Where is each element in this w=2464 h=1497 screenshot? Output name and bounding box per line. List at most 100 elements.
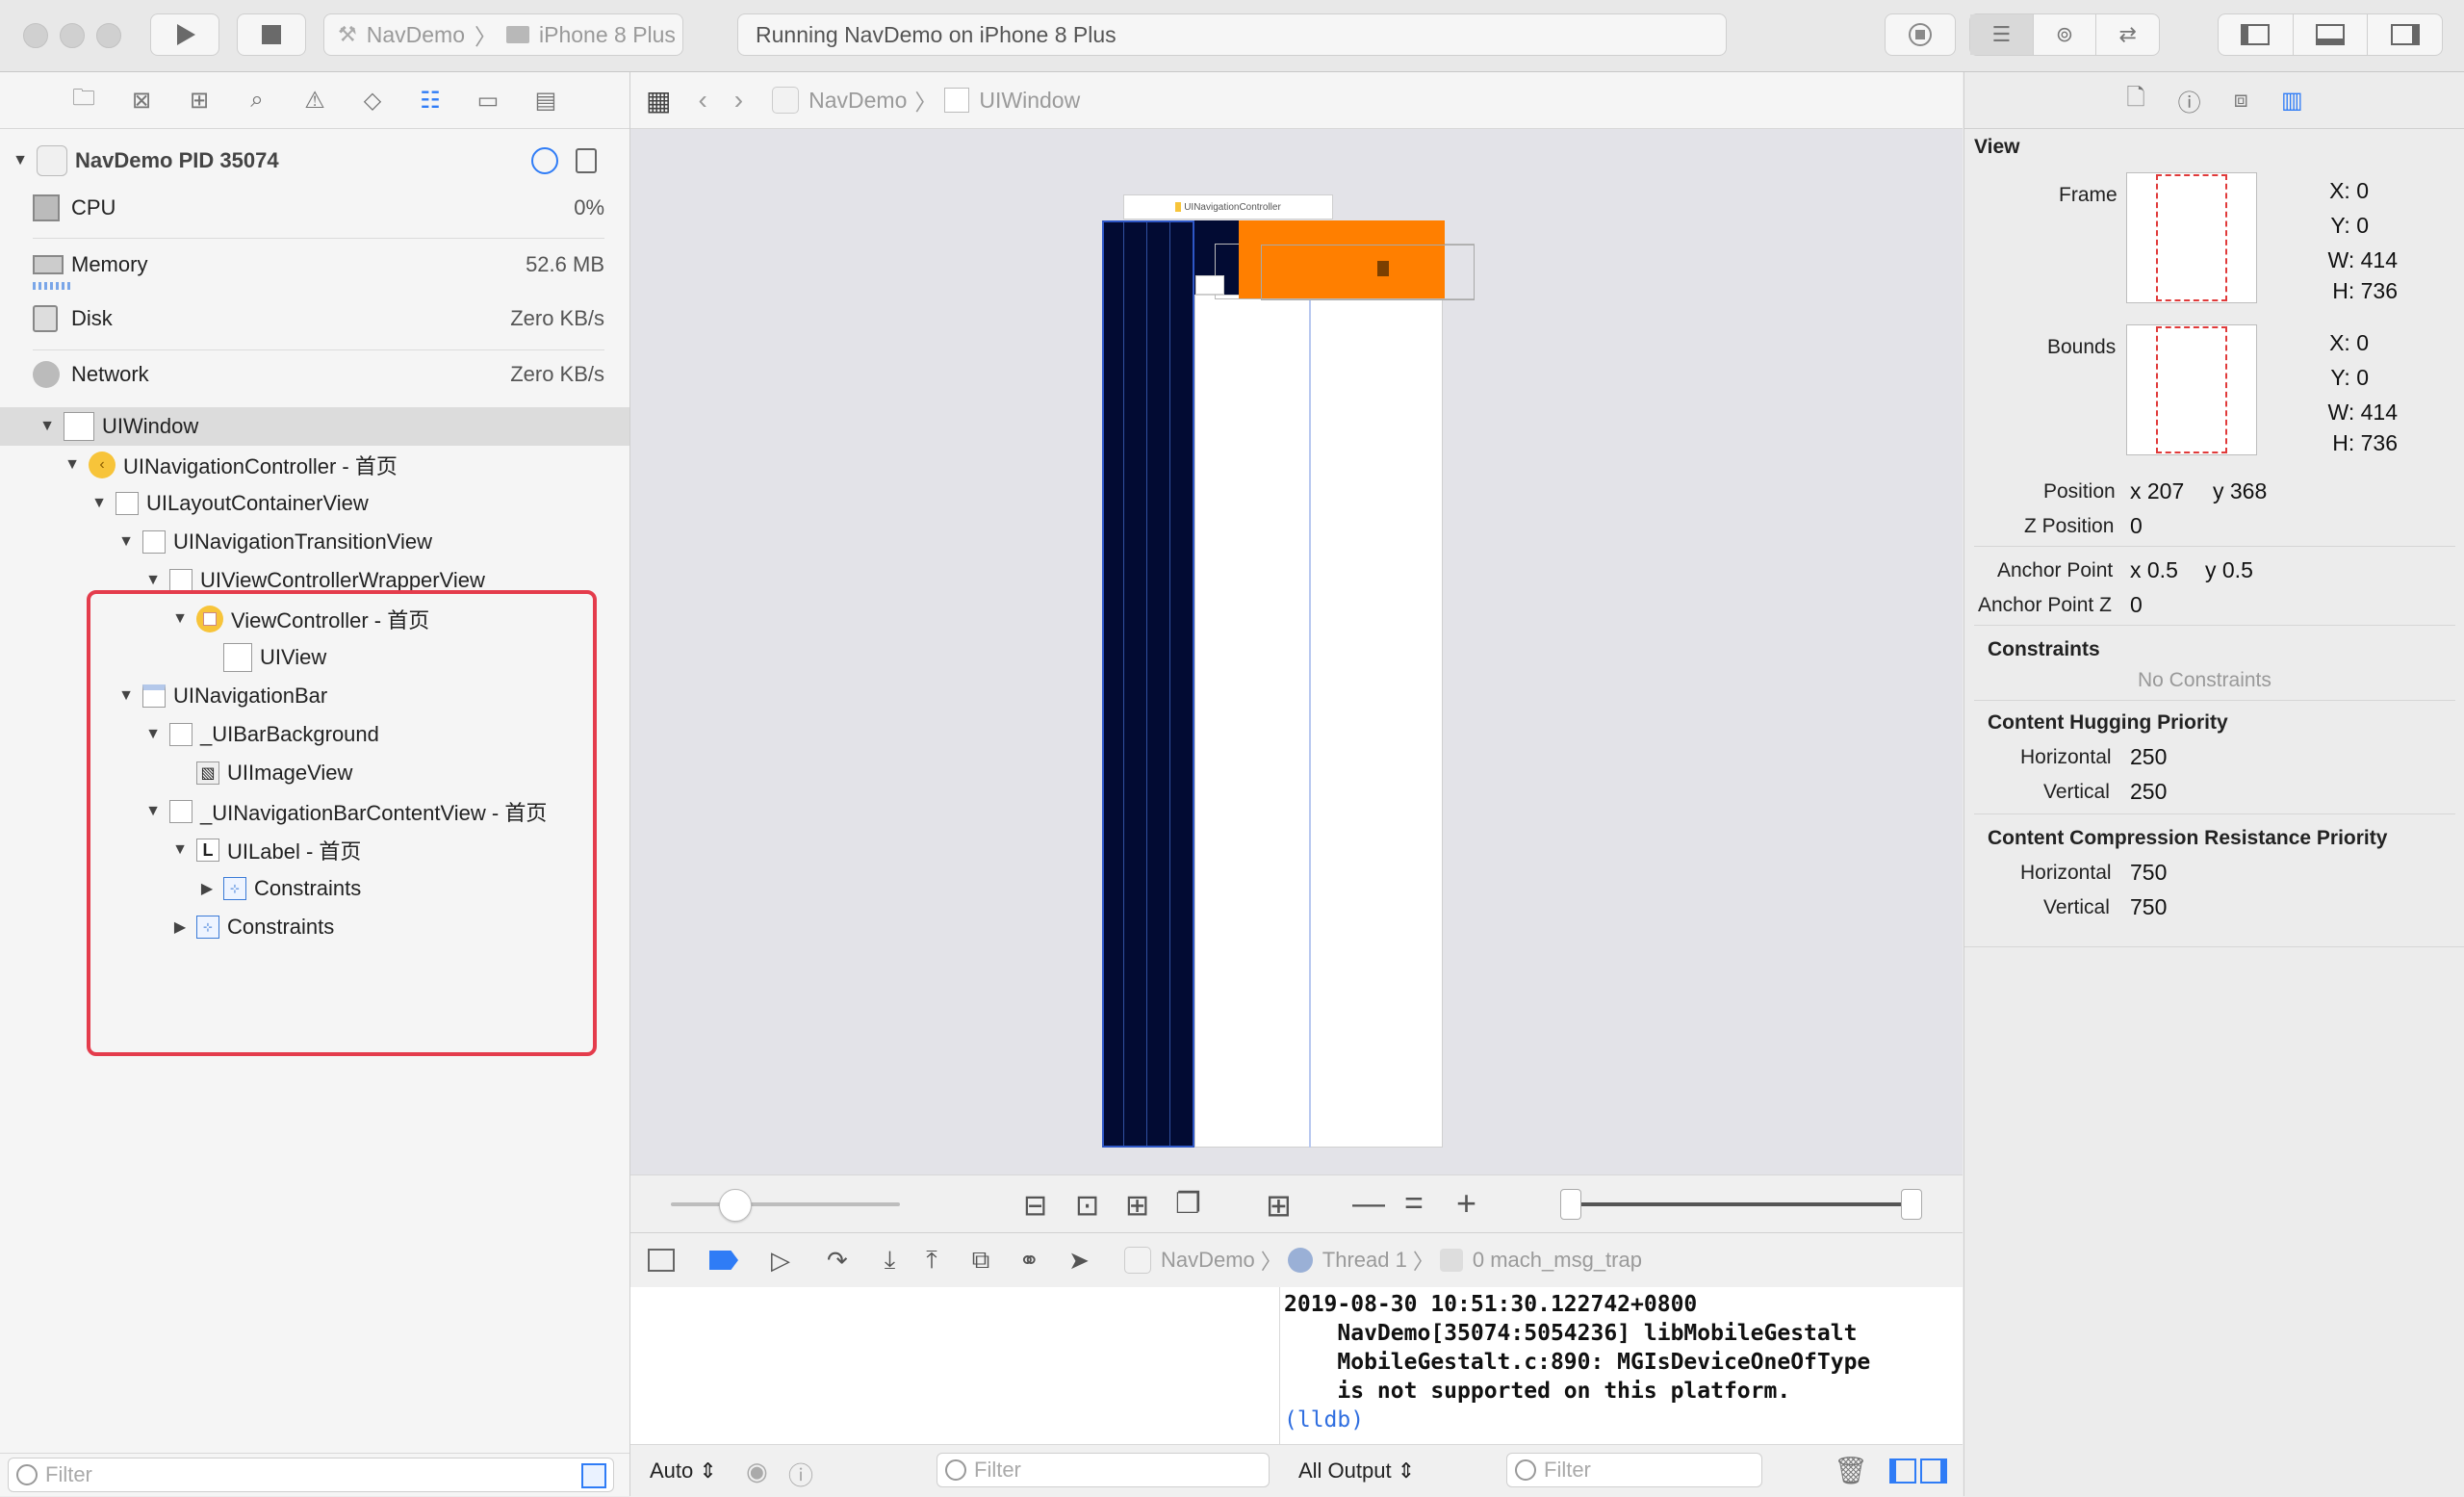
- nav-controller-card[interactable]: UINavigationController: [1123, 194, 1333, 219]
- assistant-editor-button[interactable]: ⊚: [2034, 14, 2097, 55]
- folder-icon[interactable]: 🗀: [69, 85, 98, 115]
- step-out-icon[interactable]: ⤒: [926, 1245, 937, 1276]
- debug-app[interactable]: NavDemo: [1161, 1248, 1255, 1273]
- output-selector[interactable]: All Output ⇕: [1298, 1458, 1415, 1484]
- console-filter-input[interactable]: Filter: [1506, 1453, 1762, 1487]
- range-slider-left-handle[interactable]: [1560, 1189, 1581, 1220]
- eye-icon[interactable]: ◉: [746, 1457, 768, 1486]
- gauge-memory[interactable]: Memory 52.6 MB: [0, 238, 629, 292]
- jump-app[interactable]: NavDemo: [808, 88, 907, 114]
- forward-icon[interactable]: ›: [734, 85, 743, 116]
- gauge-disk[interactable]: Disk Zero KB/s: [0, 292, 629, 346]
- view-debugger-canvas[interactable]: UINavigationController: [630, 129, 1963, 1174]
- globe-icon: [33, 361, 60, 388]
- toggle-debug-area-button[interactable]: [2294, 14, 2369, 55]
- navigator-filter-input[interactable]: Filter: [8, 1458, 614, 1492]
- gauge-cpu[interactable]: CPU 0%: [0, 181, 629, 235]
- gauge-network[interactable]: Network Zero KB/s: [0, 348, 629, 401]
- scheme-selector[interactable]: ⚒ NavDemo 〉 iPhone 8 Plus: [323, 13, 683, 56]
- comp-vertical-value: 750: [2130, 894, 2168, 919]
- hide-debug-area-icon[interactable]: [648, 1249, 675, 1272]
- output-label: All Output: [1298, 1458, 1392, 1483]
- gauge-icon[interactable]: [531, 147, 558, 174]
- debug-navigator-icon[interactable]: ☷: [416, 86, 445, 115]
- run-button[interactable]: [150, 13, 219, 56]
- search-icon[interactable]: ⌕: [243, 86, 271, 115]
- step-into-icon[interactable]: ⤓: [885, 1245, 896, 1276]
- tree-row[interactable]: ▼ ‹ UINavigationController - 首页: [0, 446, 629, 484]
- help-icon[interactable]: ⓘ: [2178, 84, 2201, 117]
- breakpoints-toggle-icon[interactable]: [709, 1251, 738, 1270]
- grid-icon[interactable]: ▦: [646, 85, 671, 116]
- constraints-toggle-icon[interactable]: ⊞: [1125, 1189, 1149, 1223]
- source-control-icon[interactable]: ⊠: [127, 86, 156, 115]
- view-layer-white[interactable]: [1194, 295, 1443, 1148]
- zoom-out-icon[interactable]: —: [1352, 1185, 1385, 1223]
- toggle-navigator-button[interactable]: [2219, 14, 2294, 55]
- app-icon: [1123, 1247, 1151, 1274]
- variables-filter-input[interactable]: Filter: [937, 1453, 1270, 1487]
- reset-view-icon[interactable]: ⊞: [1266, 1187, 1292, 1224]
- spacing-slider-thumb[interactable]: [719, 1189, 752, 1222]
- disclosure-down-icon[interactable]: ▼: [10, 152, 31, 169]
- size-inspector-icon[interactable]: ▥: [2281, 87, 2303, 115]
- outline-layer-small[interactable]: [1195, 275, 1224, 295]
- version-editor-button[interactable]: ⇄: [2096, 14, 2159, 55]
- range-slider-right-handle[interactable]: [1901, 1189, 1922, 1220]
- file-icon[interactable]: 🗋: [2126, 81, 2144, 120]
- debug-thread[interactable]: Thread 1: [1322, 1248, 1407, 1273]
- hierarchy-icon[interactable]: ⊞: [185, 86, 214, 115]
- clip-icon[interactable]: ⊟: [1023, 1189, 1047, 1223]
- arrows-icon: ⇄: [2118, 22, 2137, 46]
- object-icon[interactable]: ⧈: [2234, 87, 2248, 114]
- device-icon: [506, 26, 529, 43]
- tree-row-uiwindow[interactable]: ▼ UIWindow: [0, 407, 629, 446]
- view-hierarchy-icon[interactable]: ⧉: [972, 1245, 990, 1276]
- stop-button[interactable]: [237, 13, 306, 56]
- view-layer-dark[interactable]: [1102, 220, 1194, 1148]
- test-icon[interactable]: ◇: [358, 86, 387, 115]
- zoom-window-button[interactable]: [96, 23, 121, 48]
- tree-row[interactable]: ▼ UINavigationTransitionView: [0, 523, 629, 561]
- tree-row[interactable]: ▼ UILayoutContainerView: [0, 484, 629, 523]
- info-icon[interactable]: ⓘ: [788, 1457, 813, 1492]
- breakpoints-button[interactable]: [1885, 13, 1956, 56]
- continue-icon[interactable]: ▷: [771, 1246, 790, 1276]
- close-window-button[interactable]: [23, 23, 48, 48]
- disclosure-down-icon[interactable]: ▼: [62, 456, 83, 474]
- debug-frame[interactable]: 0 mach_msg_trap: [1473, 1248, 1642, 1273]
- standard-editor-button[interactable]: ☰: [1970, 14, 2034, 55]
- gauge-value: Zero KB/s: [510, 362, 604, 386]
- disclosure-down-icon[interactable]: ▼: [142, 572, 164, 589]
- jump-object[interactable]: UIWindow: [979, 88, 1080, 114]
- back-icon[interactable]: ‹: [698, 85, 706, 116]
- process-row[interactable]: ▼ NavDemo PID 35074: [10, 142, 616, 180]
- show-console-icon[interactable]: [1920, 1458, 1947, 1484]
- console-output[interactable]: 2019-08-30 10:51:30.122742+0800 NavDemo[…: [1284, 1290, 1958, 1434]
- memory-graph-icon[interactable]: ⚭: [1018, 1246, 1040, 1276]
- location-icon[interactable]: ➤: [1068, 1246, 1090, 1276]
- minimize-window-button[interactable]: [60, 23, 85, 48]
- orient-icon[interactable]: ⊡: [1075, 1189, 1099, 1223]
- report-icon[interactable]: ▤: [531, 86, 560, 115]
- highlight-box: [87, 590, 597, 1056]
- disclosure-down-icon[interactable]: ▼: [37, 418, 58, 435]
- step-over-icon[interactable]: ↷: [827, 1246, 848, 1276]
- warning-icon[interactable]: ⚠: [300, 86, 329, 115]
- auto-selector[interactable]: Auto ⇕: [650, 1458, 717, 1484]
- toggle-inspector-button[interactable]: [2368, 14, 2442, 55]
- zoom-in-icon[interactable]: +: [1456, 1183, 1476, 1224]
- breakpoint-icon[interactable]: ▭: [474, 86, 502, 115]
- filter-toggle-icon[interactable]: [581, 1463, 606, 1488]
- disclosure-down-icon[interactable]: ▼: [116, 533, 137, 551]
- divider: [1974, 546, 2455, 547]
- actual-size-icon[interactable]: =: [1404, 1185, 1424, 1223]
- jump-bar: ▦ ‹ › NavDemo 〉 UIWindow: [630, 72, 1963, 129]
- outline-layer[interactable]: [1261, 245, 1475, 300]
- divider: [1964, 946, 2464, 947]
- trash-icon[interactable]: 🗑: [1834, 1455, 1868, 1486]
- disclosure-down-icon[interactable]: ▼: [89, 495, 110, 512]
- show-variables-icon[interactable]: [1889, 1458, 1916, 1484]
- layers-icon[interactable]: ❐: [1175, 1187, 1201, 1221]
- device-icon[interactable]: [576, 148, 597, 173]
